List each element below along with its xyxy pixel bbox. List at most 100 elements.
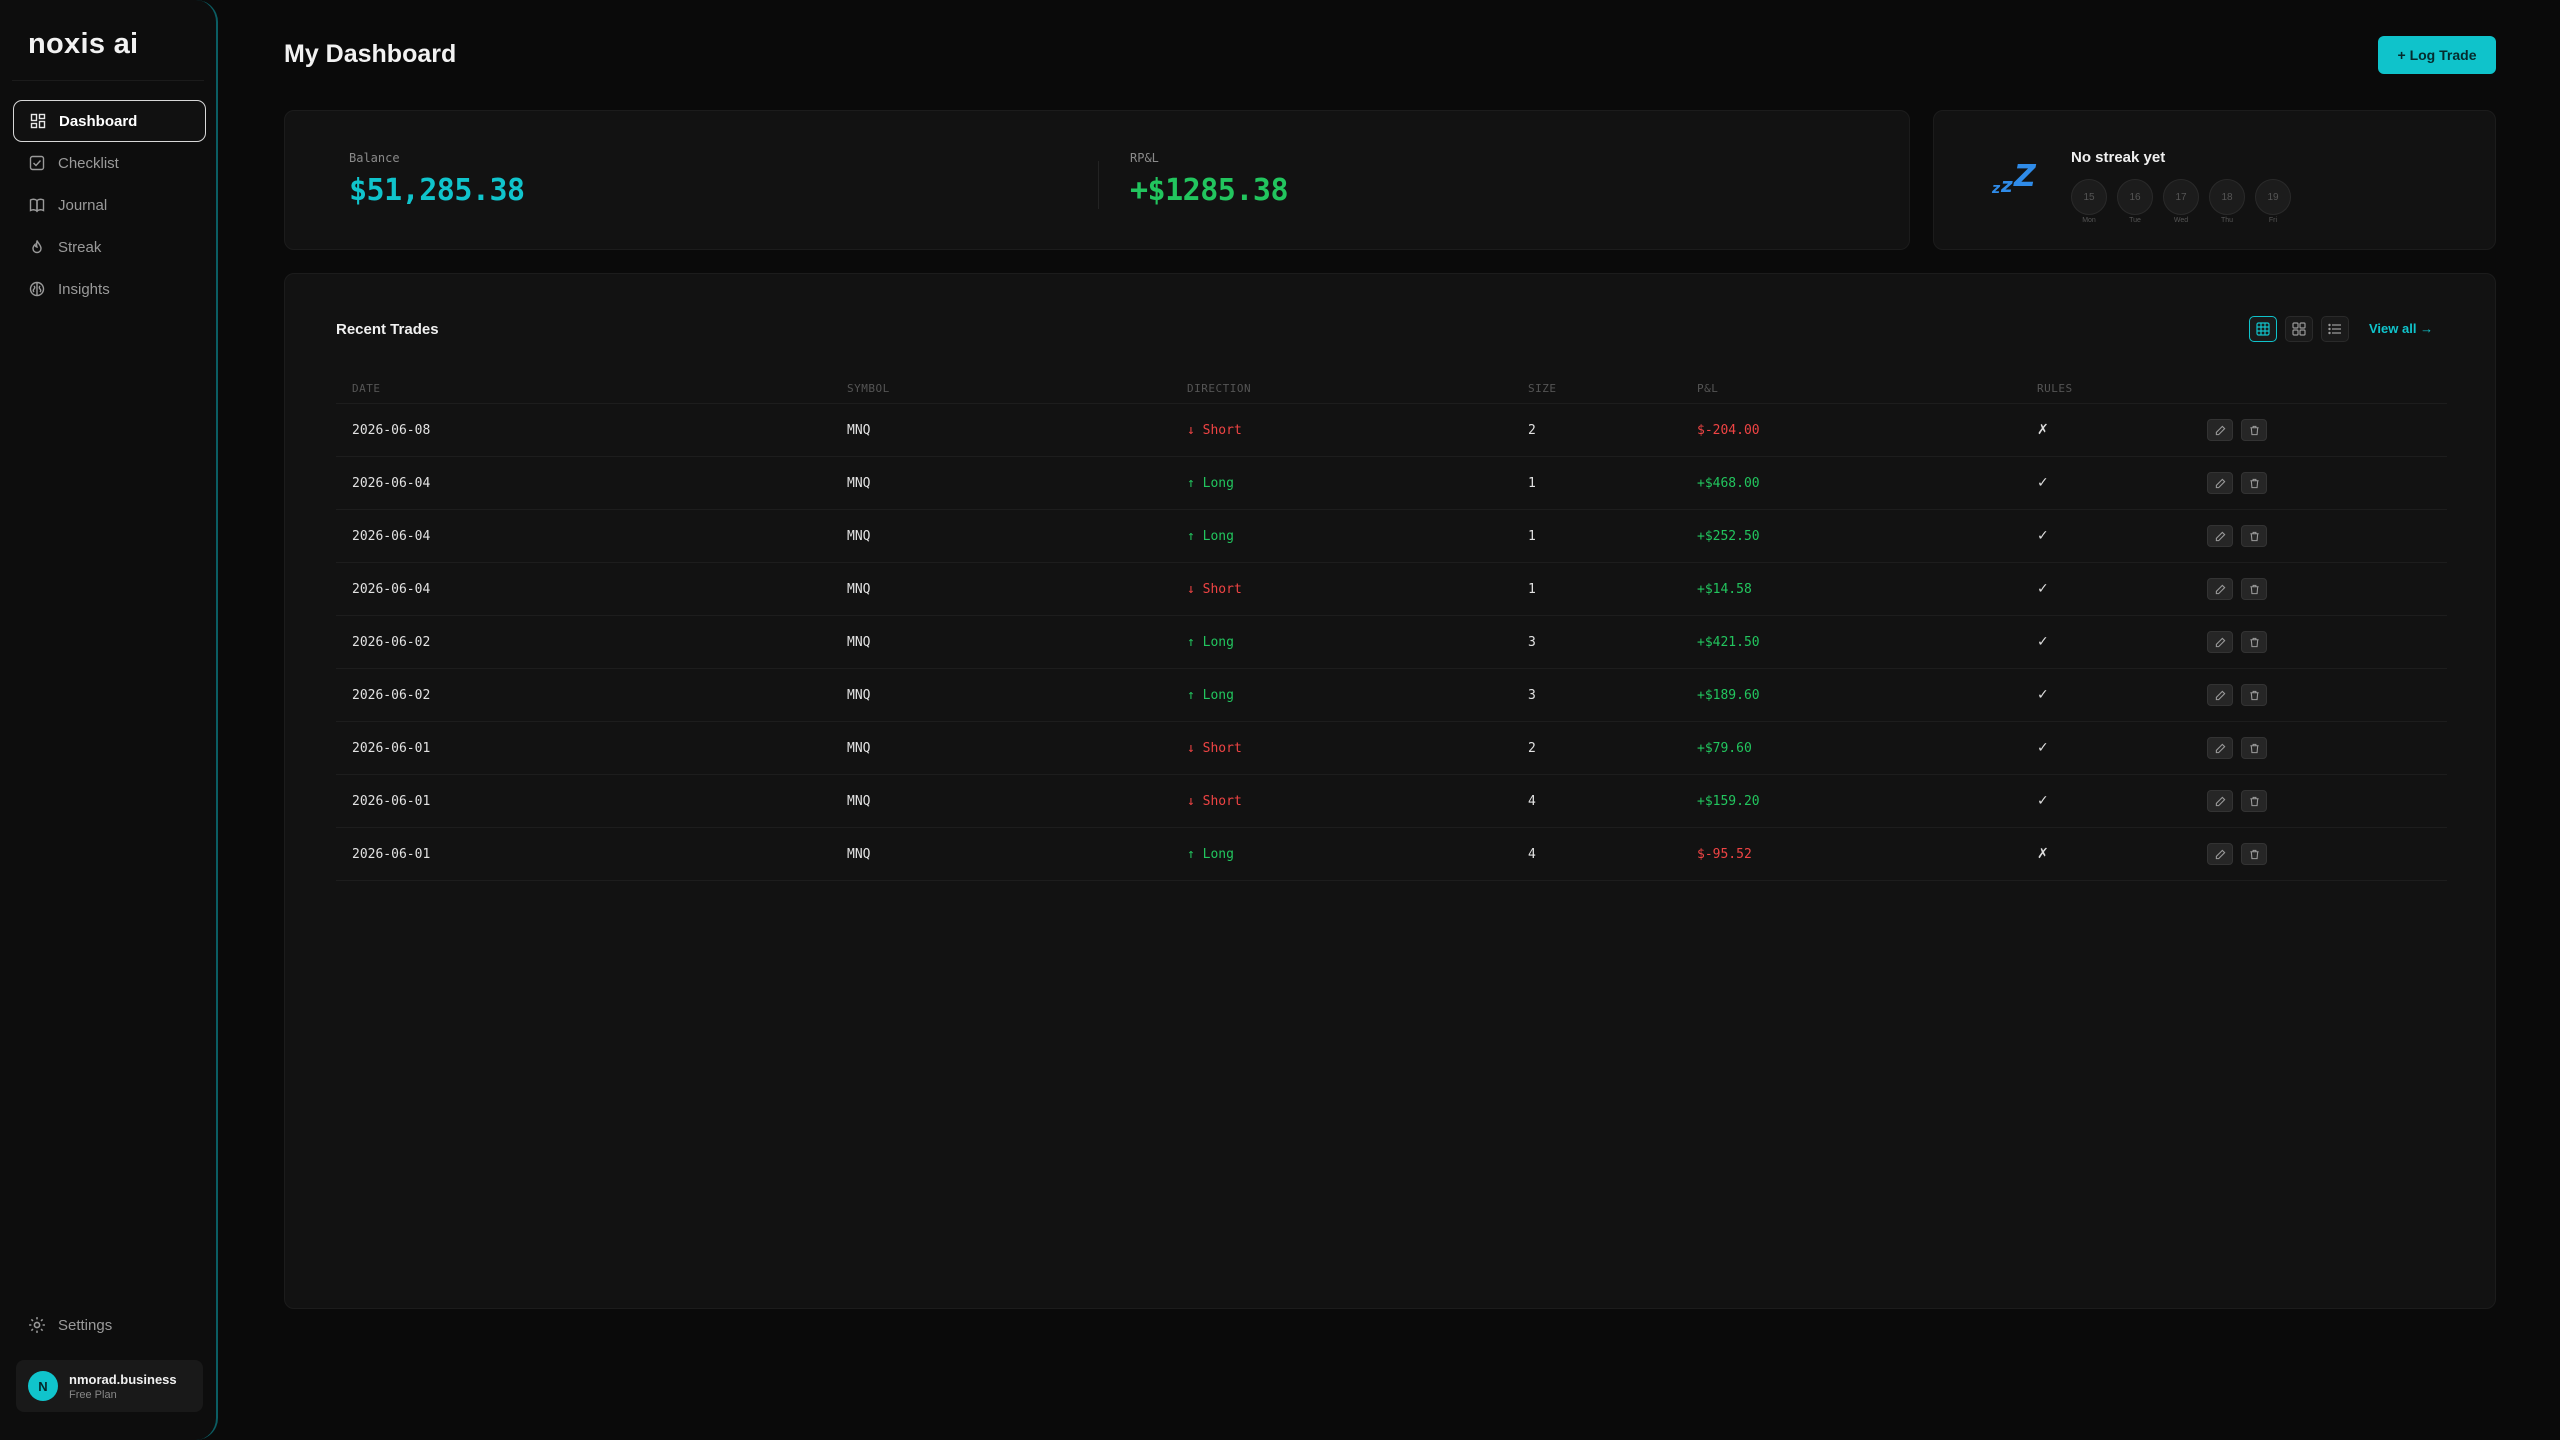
column-header-symbol[interactable]: SYMBOL	[847, 382, 1187, 395]
sidebar-nav: Dashboard Checklist Journal Streak Insig…	[13, 100, 206, 310]
avatar: N	[28, 1371, 58, 1401]
column-header-date[interactable]: DATE	[336, 382, 847, 395]
sidebar-item-checklist[interactable]: Checklist	[13, 142, 206, 184]
delete-trade-button[interactable]	[2241, 790, 2267, 812]
table-row[interactable]: 2026-06-08 MNQ ↓ Short 2 $-204.00 ✗	[336, 404, 2447, 457]
brand-divider	[12, 80, 204, 81]
pencil-icon	[2215, 690, 2226, 701]
trade-pnl: +$159.20	[1697, 793, 1760, 809]
delete-trade-button[interactable]	[2241, 843, 2267, 865]
trade-direction: ↓ Short	[1187, 740, 1242, 756]
trash-icon	[2249, 690, 2260, 701]
trade-date: 2026-06-01	[352, 740, 431, 756]
delete-trade-button[interactable]	[2241, 419, 2267, 441]
trade-size: 3	[1528, 634, 1536, 650]
sidebar-item-label: Insights	[58, 280, 110, 298]
trade-direction: ↓ Short	[1187, 422, 1242, 438]
streak-day-label: Tue	[2129, 217, 2141, 224]
table-row[interactable]: 2026-06-04 MNQ ↓ Short 1 +$14.58 ✓	[336, 563, 2447, 616]
table-row[interactable]: 2026-06-01 MNQ ↑ Long 4 $-95.52 ✗	[336, 828, 2447, 881]
sidebar-item-label: Checklist	[58, 154, 119, 172]
trade-date: 2026-06-04	[352, 581, 431, 597]
trash-icon	[2249, 425, 2260, 436]
table-row[interactable]: 2026-06-02 MNQ ↑ Long 3 +$421.50 ✓	[336, 616, 2447, 669]
trade-size: 1	[1528, 528, 1536, 544]
delete-trade-button[interactable]	[2241, 737, 2267, 759]
log-trade-button[interactable]: + Log Trade	[2378, 36, 2496, 74]
sidebar-item-journal[interactable]: Journal	[13, 184, 206, 226]
table-body: 2026-06-08 MNQ ↓ Short 2 $-204.00 ✗ 2026…	[336, 404, 2447, 881]
edit-trade-button[interactable]	[2207, 419, 2233, 441]
trade-pnl: $-95.52	[1697, 846, 1752, 862]
stats-card: Balance $51,285.38 RP&L +$1285.38	[284, 110, 1910, 250]
trade-pnl: +$421.50	[1697, 634, 1760, 650]
grid-view-button[interactable]	[2285, 316, 2313, 342]
checklist-icon	[28, 154, 46, 172]
edit-trade-button[interactable]	[2207, 843, 2233, 865]
trade-date: 2026-06-04	[352, 528, 431, 544]
sidebar-item-settings[interactable]: Settings	[28, 1312, 112, 1338]
trade-rules: ✓	[2037, 475, 2049, 491]
edit-trade-button[interactable]	[2207, 631, 2233, 653]
user-plan: Free Plan	[69, 1388, 117, 1401]
balance-label: Balance	[349, 151, 400, 165]
trade-symbol: MNQ	[847, 422, 871, 438]
column-header-size[interactable]: SIZE	[1528, 382, 1697, 395]
streak-day: 19 Fri	[2255, 179, 2291, 224]
trade-symbol: MNQ	[847, 634, 871, 650]
delete-trade-button[interactable]	[2241, 684, 2267, 706]
streak-card: z z Z No streak yet 15 Mon 16 Tue 17 Wed…	[1933, 110, 2496, 250]
trade-rules: ✓	[2037, 740, 2049, 756]
edit-trade-button[interactable]	[2207, 737, 2233, 759]
trade-pnl: +$79.60	[1697, 740, 1752, 756]
edit-trade-button[interactable]	[2207, 525, 2233, 547]
trade-size: 4	[1528, 846, 1536, 862]
trade-size: 3	[1528, 687, 1536, 703]
balance-stat: Balance $51,285.38	[349, 151, 525, 208]
list-view-button[interactable]	[2321, 316, 2349, 342]
table-view-button[interactable]	[2249, 316, 2277, 342]
delete-trade-button[interactable]	[2241, 525, 2267, 547]
user-profile-card[interactable]: N nmorad.business Free Plan	[16, 1360, 203, 1412]
delete-trade-button[interactable]	[2241, 472, 2267, 494]
delete-trade-button[interactable]	[2241, 631, 2267, 653]
edit-trade-button[interactable]	[2207, 578, 2233, 600]
pencil-icon	[2215, 425, 2226, 436]
trade-date: 2026-06-02	[352, 687, 431, 703]
table-row[interactable]: 2026-06-04 MNQ ↑ Long 1 +$252.50 ✓	[336, 510, 2447, 563]
column-header-rules[interactable]: RULES	[2037, 382, 2207, 395]
row-actions	[2207, 525, 2267, 547]
pencil-icon	[2215, 796, 2226, 807]
delete-trade-button[interactable]	[2241, 578, 2267, 600]
edit-trade-button[interactable]	[2207, 790, 2233, 812]
edit-trade-button[interactable]	[2207, 472, 2233, 494]
trade-direction: ↓ Short	[1187, 793, 1242, 809]
pencil-icon	[2215, 637, 2226, 648]
streak-day: 15 Mon	[2071, 179, 2107, 224]
user-name: nmorad.business	[69, 1371, 177, 1387]
row-actions	[2207, 631, 2267, 653]
column-header-direction[interactable]: DIRECTION	[1187, 382, 1528, 395]
edit-trade-button[interactable]	[2207, 684, 2233, 706]
trash-icon	[2249, 849, 2260, 860]
trade-date: 2026-06-04	[352, 475, 431, 491]
streak-day: 17 Wed	[2163, 179, 2199, 224]
view-all-link[interactable]: View all →	[2369, 321, 2433, 336]
sidebar-item-dashboard[interactable]: Dashboard	[13, 100, 206, 142]
sidebar: noxis ai Dashboard Checklist Journal Str…	[0, 0, 218, 1440]
trade-rules: ✓	[2037, 528, 2049, 544]
sidebar-item-streak[interactable]: Streak	[13, 226, 206, 268]
streak-day-label: Fri	[2268, 217, 2278, 224]
row-actions	[2207, 472, 2267, 494]
brand-logo[interactable]: noxis ai	[28, 28, 138, 61]
sidebar-item-insights[interactable]: Insights	[13, 268, 206, 310]
trade-symbol: MNQ	[847, 846, 871, 862]
column-header-pnl[interactable]: P&L	[1697, 382, 2037, 395]
table-row[interactable]: 2026-06-01 MNQ ↓ Short 4 +$159.20 ✓	[336, 775, 2447, 828]
table-row[interactable]: 2026-06-02 MNQ ↑ Long 3 +$189.60 ✓	[336, 669, 2447, 722]
trade-size: 2	[1528, 422, 1536, 438]
trash-icon	[2249, 478, 2260, 489]
trade-direction: ↓ Short	[1187, 581, 1242, 597]
table-row[interactable]: 2026-06-01 MNQ ↓ Short 2 +$79.60 ✓	[336, 722, 2447, 775]
table-row[interactable]: 2026-06-04 MNQ ↑ Long 1 +$468.00 ✓	[336, 457, 2447, 510]
